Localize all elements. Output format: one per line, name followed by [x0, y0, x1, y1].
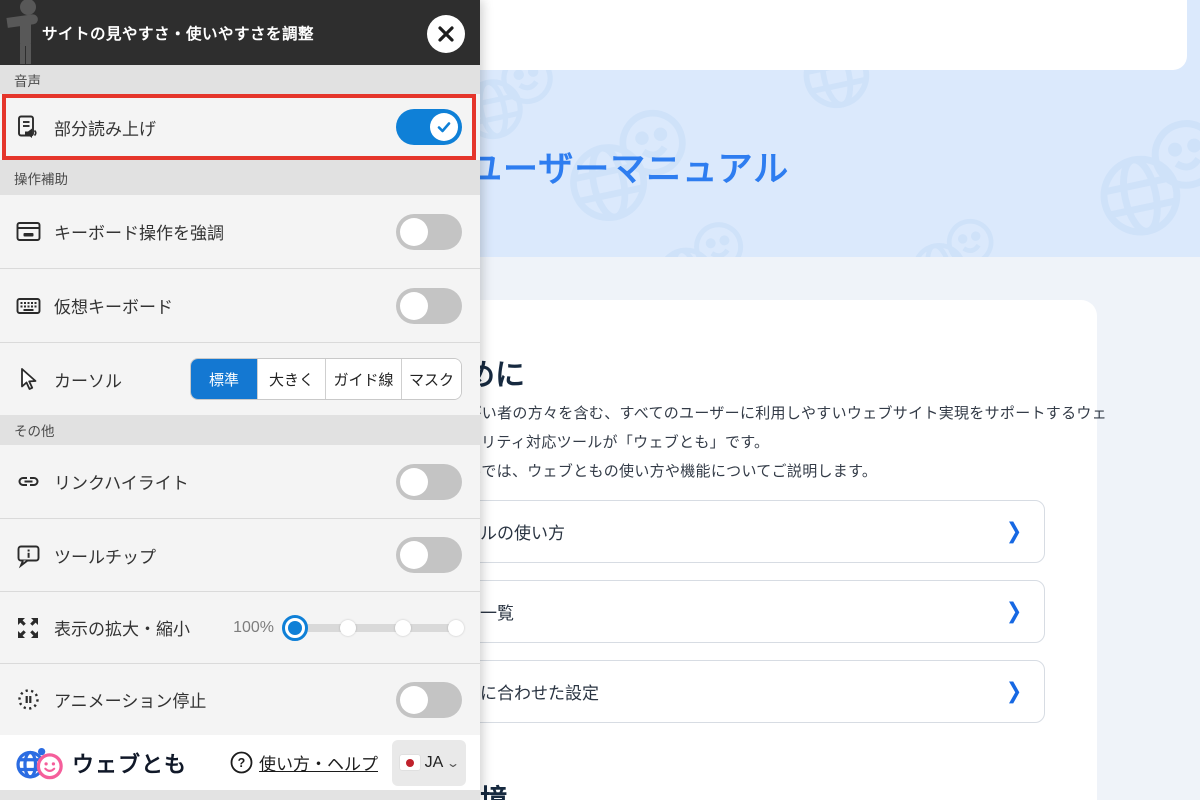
tooltip-toggle[interactable] — [396, 537, 462, 573]
cursor-option-mask[interactable]: マスク — [401, 359, 461, 399]
cursor-icon — [14, 365, 42, 393]
row-link-highlight: リンクハイライト — [0, 445, 480, 518]
row-partial-read-aloud: 部分読み上げ — [0, 94, 480, 160]
slider-track[interactable] — [288, 623, 460, 632]
accessibility-panel: サイトの見やすさ・使いやすさを調整 音声 部分読み上げ 操作補助 キーボード操作… — [0, 0, 480, 800]
chevron-down-icon: ⌄ — [446, 755, 461, 770]
cursor-option-group: 標準 大きく ガイド線 マスク — [190, 358, 462, 400]
row-zoom: 表示の拡大・縮小 100% — [0, 591, 480, 663]
virtual-keyboard-icon — [14, 292, 42, 320]
keyboard-emphasis-icon — [14, 218, 42, 246]
help-link-label: 使い方・ヘルプ — [259, 755, 378, 774]
chevron-right-icon: ❯ — [1006, 519, 1022, 544]
zoom-slider[interactable] — [282, 610, 464, 646]
tooltip-icon — [14, 541, 42, 569]
watermark-logo-icon — [1090, 110, 1200, 250]
link-highlight-toggle[interactable] — [396, 463, 462, 500]
screen: ユーザーマニュアル はじめに 高齢者や障がい者の方々を含む、すべてのユーザーに利… — [0, 0, 1200, 800]
page-title: ユーザーマニュアル — [467, 150, 790, 189]
brand-name: ウェブとも — [72, 751, 188, 777]
slider-handle[interactable] — [282, 614, 308, 641]
partial-read-aloud-toggle[interactable] — [396, 109, 462, 145]
row-label: リンクハイライト — [54, 474, 189, 493]
cursor-option-guideline[interactable]: ガイド線 — [325, 359, 401, 399]
zoom-value: 100% — [233, 618, 274, 636]
language-code: JA — [424, 753, 444, 771]
manual-link-custom-settings[interactable]: 目的に合わせた設定 ❯ — [421, 660, 1045, 723]
row-label: アニメーション停止 — [54, 692, 207, 711]
watermark-logo-icon — [650, 215, 750, 257]
row-label: 仮想キーボード — [54, 298, 173, 317]
intro-paragraph-line: 高齢者や障がい者の方々を含む、すべてのユーザーに利用しやすいウェブサイト実現をサ… — [390, 405, 1108, 422]
language-selector[interactable]: JA ⌄ — [392, 739, 466, 786]
cursor-option-standard[interactable]: 標準 — [191, 359, 257, 399]
toggle-knob — [400, 291, 428, 320]
chevron-right-icon: ❯ — [1006, 599, 1022, 624]
manual-link-feature-list[interactable]: 機能一覧 ❯ — [421, 580, 1045, 643]
row-label: ツールチップ — [54, 547, 156, 567]
animation-stop-icon — [14, 686, 42, 714]
slider-stop[interactable] — [395, 619, 411, 636]
panel-header: サイトの見やすさ・使いやすさを調整 — [0, 0, 480, 65]
close-button[interactable] — [427, 15, 465, 53]
animation-stop-toggle[interactable] — [396, 681, 462, 718]
toggle-knob — [400, 467, 428, 496]
section-label-other: その他 — [0, 415, 480, 445]
row-label: 部分読み上げ — [54, 119, 156, 139]
row-animation-stop: アニメーション停止 — [0, 663, 480, 735]
slider-stop[interactable] — [340, 619, 356, 636]
help-link[interactable]: ? 使い方・ヘルプ — [230, 750, 378, 775]
slider-stop[interactable] — [448, 619, 464, 636]
toggle-knob — [400, 541, 428, 569]
link-icon — [14, 468, 42, 496]
check-icon — [437, 122, 451, 133]
webtomo-brand: ウェブとも — [14, 741, 187, 785]
cursor-option-large[interactable]: 大きく — [257, 359, 325, 399]
keyboard-emphasis-toggle[interactable] — [396, 213, 462, 250]
read-aloud-icon — [14, 113, 42, 141]
panel-footer: ウェブとも ? 使い方・ヘルプ JA ⌄ — [0, 735, 480, 790]
toggle-knob — [400, 217, 428, 246]
virtual-keyboard-toggle[interactable] — [396, 287, 462, 324]
accessibility-person-icon — [6, 0, 38, 64]
watermark-logo-icon — [905, 212, 1000, 257]
webtomo-logo-icon — [16, 747, 63, 779]
toggle-knob — [400, 685, 428, 714]
zoom-resize-icon — [14, 614, 42, 642]
row-virtual-keyboard: 仮想キーボード — [0, 268, 480, 342]
manual-link-tool-usage[interactable]: ツールの使い方 ❯ — [421, 500, 1045, 563]
row-tooltip: ツールチップ — [0, 518, 480, 591]
section-label-assist: 操作補助 — [0, 160, 480, 195]
chevron-right-icon: ❯ — [1006, 679, 1022, 704]
row-label: 表示の拡大・縮小 — [54, 620, 190, 639]
row-cursor: カーソル 標準 大きく ガイド線 マスク — [0, 342, 480, 415]
japan-flag-icon — [399, 755, 420, 770]
row-label: キーボード操作を強調 — [54, 224, 224, 243]
close-icon — [438, 26, 454, 42]
section-label-audio: 音声 — [0, 65, 480, 94]
toggle-knob — [430, 113, 458, 141]
panel-title: サイトの見やすさ・使いやすさを調整 — [42, 25, 315, 43]
panel-bottom-edge — [0, 790, 480, 800]
question-icon: ? — [230, 751, 253, 774]
slider-handle-dot — [288, 620, 302, 635]
svg-text:?: ? — [238, 756, 246, 770]
row-label: カーソル — [54, 371, 122, 391]
row-keyboard-emphasis: キーボード操作を強調 — [0, 195, 480, 268]
